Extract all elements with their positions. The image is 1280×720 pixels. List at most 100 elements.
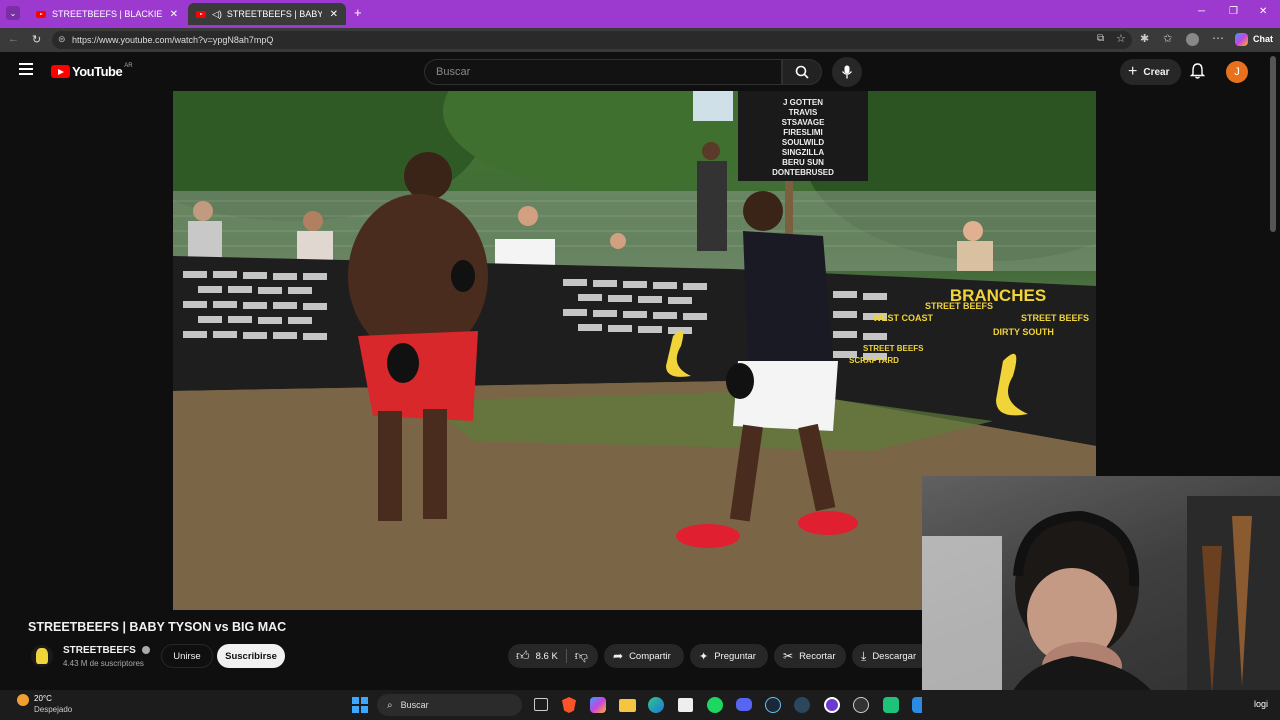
voice-search-button[interactable] <box>832 57 862 87</box>
channel-name[interactable]: STREETBEEFS <box>63 645 150 656</box>
tab-title: STREETBEEFS | BABY TYSON vs <box>226 9 322 19</box>
taskbar-search-label: Buscar <box>400 700 429 710</box>
app-icon[interactable] <box>883 697 899 713</box>
wall-tag: STREET BEEFS <box>925 301 993 311</box>
steam-icon[interactable] <box>765 697 781 713</box>
sign-name: STSAVAGE <box>782 118 825 127</box>
tab-blackie-chan[interactable]: STREETBEEFS | BLACKIE CHAN vs N ✕ <box>28 3 186 25</box>
site-info-icon[interactable]: ⊜ <box>58 34 66 45</box>
sign-name: DONTEBRUSED <box>772 168 834 177</box>
close-tab-icon[interactable]: ✕ <box>330 9 338 20</box>
chat-label[interactable]: Chat <box>1253 34 1273 44</box>
edge-browser-icon[interactable] <box>648 697 664 713</box>
ask-button[interactable]: ✦ Preguntar <box>690 644 768 668</box>
webcam-overlay <box>922 476 1280 720</box>
search-button[interactable] <box>782 59 822 85</box>
youtube-logo[interactable]: YouTube AR <box>51 62 133 79</box>
clip-button[interactable]: ✂ Recortar <box>774 644 846 668</box>
file-explorer-icon[interactable] <box>619 699 636 712</box>
hamburger-menu-icon[interactable] <box>19 63 33 75</box>
account-avatar[interactable]: J <box>1226 61 1248 83</box>
avatar-letter: J <box>1234 66 1240 78</box>
audio-playing-icon[interactable]: ◁) <box>212 9 222 20</box>
page-scrollbar[interactable] <box>1270 56 1276 232</box>
install-app-icon[interactable]: ⧉ <box>1097 33 1104 44</box>
thumbs-up-icon: 👍︎ <box>516 648 530 663</box>
search-input[interactable]: Buscar <box>424 59 782 85</box>
channel-avatar[interactable] <box>31 645 53 667</box>
thumbs-down-icon[interactable]: 👎︎ <box>575 648 588 664</box>
join-button[interactable]: Unirse <box>161 644 213 668</box>
plus-icon: + <box>1128 63 1138 80</box>
tab-list-chevron-icon[interactable]: ⌄ <box>6 6 20 20</box>
search-icon: ⌕ <box>387 699 393 711</box>
ask-label: Preguntar <box>714 650 756 662</box>
microphone-icon <box>841 65 853 79</box>
obs-icon[interactable] <box>824 697 840 713</box>
share-arrow-icon: ➦ <box>613 649 624 663</box>
download-button[interactable]: ⤓ Descargar <box>852 644 922 668</box>
chatgpt-icon[interactable] <box>853 697 869 713</box>
windows-start-icon[interactable] <box>352 697 368 713</box>
tab-baby-tyson[interactable]: ◁) STREETBEEFS | BABY TYSON vs ✕ <box>188 3 346 25</box>
copilot-icon[interactable] <box>1235 33 1248 46</box>
close-tab-icon[interactable]: ✕ <box>170 9 178 20</box>
copilot-app-icon[interactable] <box>590 697 606 713</box>
like-dislike-group: 👍︎ 8.6 K 👎︎ <box>508 644 598 668</box>
steam-alt-icon[interactable] <box>794 697 810 713</box>
channel-name-text: STREETBEEFS <box>63 645 136 656</box>
profile-icon[interactable] <box>1186 33 1199 46</box>
weather-icon[interactable] <box>17 694 29 706</box>
browser-tab-bar: ⌄ STREETBEEFS | BLACKIE CHAN vs N ✕ ◁) S… <box>0 0 1280 28</box>
join-label: Unirse <box>173 650 201 662</box>
youtube-favicon-icon <box>196 10 206 18</box>
search-icon <box>795 65 809 79</box>
clip-label: Recortar <box>799 650 836 662</box>
menu-dots-icon[interactable]: ⋯ <box>1212 31 1224 45</box>
share-label: Compartir <box>629 650 671 662</box>
sign-name: SOULWILD <box>782 138 824 147</box>
new-tab-button[interactable]: + <box>354 5 362 20</box>
brave-browser-icon[interactable] <box>562 697 576 713</box>
favorites-icon[interactable]: ✩ <box>1163 32 1172 45</box>
sign-name: J GOTTEN <box>783 98 823 107</box>
url-text: https://www.youtube.com/watch?v=ypgN8ah7… <box>72 35 274 45</box>
like-button[interactable]: 👍︎ 8.6 K <box>508 648 558 664</box>
tray-text[interactable]: logi <box>1254 699 1268 709</box>
back-icon[interactable]: ← <box>8 33 19 45</box>
youtube-wordmark: YouTube <box>72 64 123 79</box>
region-code: AR <box>124 62 133 69</box>
address-bar[interactable]: ⊜ https://www.youtube.com/watch?v=ypgN8a… <box>52 31 1132 49</box>
minimize-window-icon[interactable]: ─ <box>1198 6 1205 17</box>
weather-temp[interactable]: 20°C <box>34 694 52 703</box>
subscribe-button[interactable]: Suscribirse <box>217 644 285 668</box>
reload-icon[interactable]: ↻ <box>32 33 41 46</box>
windows-taskbar: 20°C Despejado ⌕ Buscar logi <box>0 690 1280 720</box>
spotify-icon[interactable] <box>707 697 723 713</box>
task-view-icon[interactable] <box>534 698 548 711</box>
discord-icon[interactable] <box>736 698 752 711</box>
sparkle-icon: ✦ <box>699 650 709 663</box>
cobra-logo-icon <box>36 648 48 664</box>
wall-tag: SCRAPYARD <box>849 356 899 365</box>
wall-tag: DIRTY SOUTH <box>993 327 1054 337</box>
restore-window-icon[interactable]: ❐ <box>1229 6 1238 17</box>
youtube-header: YouTube AR Buscar + Crear J <box>0 52 1280 90</box>
subscribe-label: Suscribirse <box>225 650 277 662</box>
taskbar-search[interactable]: ⌕ Buscar <box>377 694 522 716</box>
verified-badge-icon <box>141 646 150 655</box>
download-label: Descargar <box>872 650 917 662</box>
subscriber-count: 4.43 M de suscriptores <box>63 659 144 668</box>
youtube-favicon-icon <box>36 10 46 18</box>
search-placeholder: Buscar <box>436 66 471 78</box>
share-button[interactable]: ➦ Compartir <box>604 644 684 668</box>
store-icon[interactable] <box>678 698 693 712</box>
extensions-icon[interactable]: ✱ <box>1140 32 1149 45</box>
bookmark-star-icon[interactable]: ☆ <box>1116 32 1126 45</box>
sign-name: FIRESLIMI <box>783 128 823 137</box>
app-icon-extra[interactable] <box>912 697 922 713</box>
sign-name: SINGZILLA <box>782 148 824 157</box>
notifications-bell-icon[interactable] <box>1190 63 1205 79</box>
create-button[interactable]: + Crear <box>1120 59 1182 85</box>
close-window-icon[interactable]: ✕ <box>1259 6 1267 17</box>
